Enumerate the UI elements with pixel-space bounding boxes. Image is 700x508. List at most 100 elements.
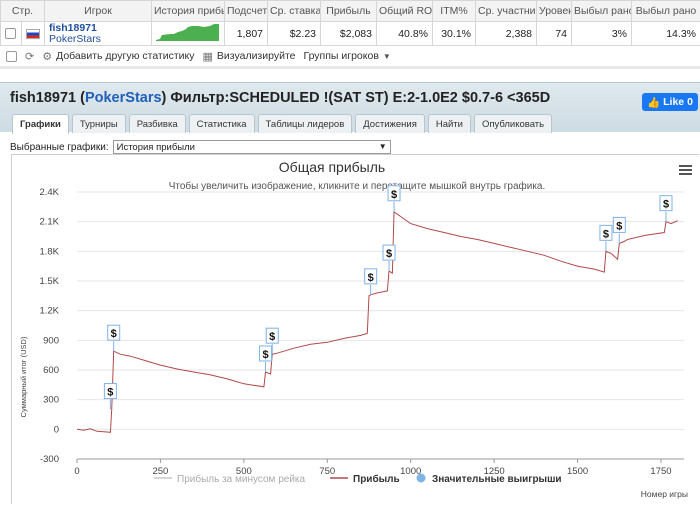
- thumbs-up-icon: 👍: [647, 96, 660, 109]
- big-win-flag[interactable]: $: [260, 346, 272, 372]
- select-all-checkbox[interactable]: [6, 51, 17, 62]
- avg-entrants-cell: 2,388: [476, 22, 537, 46]
- visualize-label: Визуализируйте: [217, 50, 296, 62]
- tab-statistics[interactable]: Статистика: [189, 114, 255, 133]
- y-tick-label: 1.5K: [39, 276, 59, 287]
- table-row: fish18971 PokerStars 1,807 $2.23 $2,083 …: [1, 22, 700, 46]
- roi-cell: 40.8%: [377, 22, 433, 46]
- col-header-early-exit-2[interactable]: Выбыл рано: [632, 1, 700, 22]
- big-wins-markers: $$$$$$$$$$: [104, 186, 672, 410]
- col-header-count[interactable]: Подсчет: [225, 1, 268, 22]
- profit-chart[interactable]: Общая прибыль Чтобы увеличить изображени…: [12, 155, 700, 505]
- add-stats-button[interactable]: ⚙ Добавить другую статистику: [42, 50, 194, 63]
- col-header-country[interactable]: Стр.: [1, 1, 45, 22]
- tab-tournaments[interactable]: Турниры: [72, 114, 126, 133]
- y-tick-label: 2.1K: [39, 217, 59, 228]
- y-tick-label: 2.4K: [39, 187, 59, 198]
- big-win-label: $: [603, 228, 609, 240]
- col-header-roi[interactable]: Общий ROI: [377, 1, 433, 22]
- chart-menu-icon[interactable]: [679, 165, 692, 175]
- big-win-flag[interactable]: $: [600, 225, 612, 251]
- chart-selector-dropdown[interactable]: История прибыли ▼: [113, 140, 391, 154]
- legend-rake-label[interactable]: Прибыль за минусом рейка: [177, 473, 306, 485]
- y-axis-label: Суммарный итог (USD): [19, 336, 28, 417]
- player-groups-label: Группы игроков: [303, 50, 378, 62]
- panel-header: fish18971 (PokerStars) Фильтр:SCHEDULED …: [0, 82, 700, 132]
- chevron-down-icon: ▼: [383, 52, 391, 61]
- big-win-label: $: [269, 331, 275, 343]
- chart-selector-label: Выбранные графики:: [10, 142, 109, 153]
- chart-selector-value: История прибыли: [117, 142, 195, 153]
- big-win-label: $: [262, 349, 268, 361]
- profit-chart-container[interactable]: Общая прибыль Чтобы увеличить изображени…: [11, 154, 699, 504]
- big-win-flag[interactable]: $: [108, 325, 120, 351]
- stats-table: Стр. Игрок История прибыли Подсчет Ср. с…: [0, 0, 700, 46]
- y-tick-label: 1.2K: [39, 306, 59, 317]
- visualize-button[interactable]: ▦ Визуализируйте: [203, 50, 296, 63]
- like-label: Like 0: [663, 96, 693, 108]
- chart-icon: ▦: [203, 50, 213, 63]
- big-win-flag[interactable]: $: [104, 384, 116, 410]
- tab-charts[interactable]: Графики: [12, 114, 69, 134]
- big-win-flag[interactable]: $: [383, 245, 395, 271]
- x-tick-label: 750: [319, 466, 335, 477]
- big-win-label: $: [107, 387, 113, 399]
- legend-big-wins-label[interactable]: Значительные выигрыши: [432, 474, 562, 485]
- refresh-icon[interactable]: ⟳: [25, 50, 34, 63]
- row-checkbox-cell: [1, 22, 22, 46]
- col-header-early-exit-1[interactable]: Выбыл рано: [572, 1, 632, 22]
- col-header-avg-entrants[interactable]: Ср. участник: [476, 1, 537, 22]
- tab-leaderboards[interactable]: Таблицы лидеров: [258, 114, 353, 133]
- stats-header-row: Стр. Игрок История прибыли Подсчет Ср. с…: [1, 1, 700, 22]
- big-win-label: $: [663, 199, 669, 211]
- player-panel: fish18971 (PokerStars) Фильтр:SCHEDULED …: [0, 82, 700, 504]
- tab-find[interactable]: Найти: [428, 114, 471, 133]
- title-player: fish18971: [10, 90, 76, 106]
- y-axis-ticks: -30003006009001.2K1.5K1.8K2.1K2.4K: [39, 187, 59, 465]
- tab-achievements[interactable]: Достижения: [355, 114, 425, 133]
- col-header-profit-history[interactable]: История прибыли: [152, 1, 225, 22]
- col-header-player[interactable]: Игрок: [45, 1, 152, 22]
- col-header-level[interactable]: Уровень: [537, 1, 572, 22]
- chart-title: Общая прибыль: [279, 159, 385, 175]
- facebook-like-button[interactable]: 👍 Like 0: [642, 93, 698, 111]
- profit-sparkline: [156, 23, 220, 41]
- stats-toolbar: ⟳ ⚙ Добавить другую статистику ▦ Визуали…: [0, 46, 700, 66]
- big-win-label: $: [368, 272, 374, 284]
- legend-big-wins-swatch: [417, 474, 426, 483]
- tab-publish[interactable]: Опубликовать: [474, 114, 552, 133]
- count-cell: 1,807: [225, 22, 268, 46]
- title-site-link[interactable]: PokerStars: [85, 90, 162, 106]
- player-name-link[interactable]: fish18971: [49, 23, 147, 34]
- x-tick-label: 0: [74, 466, 79, 477]
- player-cell: fish18971 PokerStars: [45, 22, 152, 46]
- chart-selector-row: Выбранные графики: История прибыли ▼: [10, 140, 391, 154]
- add-stats-label: Добавить другую статистику: [56, 50, 194, 62]
- y-tick-label: 900: [43, 335, 59, 346]
- legend-profit-label[interactable]: Прибыль: [353, 473, 400, 485]
- player-groups-dropdown[interactable]: Группы игроков ▼: [303, 50, 390, 62]
- level-cell: 74: [537, 22, 572, 46]
- sparkline-cell: [152, 22, 225, 46]
- y-tick-label: -300: [40, 454, 59, 465]
- title-filter: Фильтр:SCHEDULED !(SAT ST) E:2-1.0E2 $0.…: [170, 90, 550, 106]
- col-header-avg-stake[interactable]: Ср. ставка: [268, 1, 321, 22]
- x-tick-label: 1750: [650, 466, 671, 477]
- big-win-flag[interactable]: $: [613, 217, 625, 243]
- row-checkbox[interactable]: [5, 28, 16, 39]
- profit-cell: $2,083: [321, 22, 377, 46]
- player-site-link[interactable]: PokerStars: [49, 34, 147, 45]
- big-win-flag[interactable]: $: [660, 196, 672, 222]
- tab-breakdown[interactable]: Разбивка: [129, 114, 186, 133]
- chart-legend: Прибыль за минусом рейка Прибыль Значите…: [154, 473, 562, 485]
- big-win-flag[interactable]: $: [388, 186, 400, 212]
- page-title: fish18971 (PokerStars) Фильтр:SCHEDULED …: [10, 90, 550, 106]
- x-axis-label: Номер игры: [641, 489, 688, 499]
- big-win-label: $: [391, 189, 397, 201]
- russia-flag-icon: [26, 29, 40, 39]
- col-header-itm[interactable]: ITM%: [433, 1, 476, 22]
- big-win-flag[interactable]: $: [365, 269, 377, 295]
- col-header-profit[interactable]: Прибыль: [321, 1, 377, 22]
- big-win-label: $: [616, 220, 622, 232]
- y-tick-label: 600: [43, 365, 59, 376]
